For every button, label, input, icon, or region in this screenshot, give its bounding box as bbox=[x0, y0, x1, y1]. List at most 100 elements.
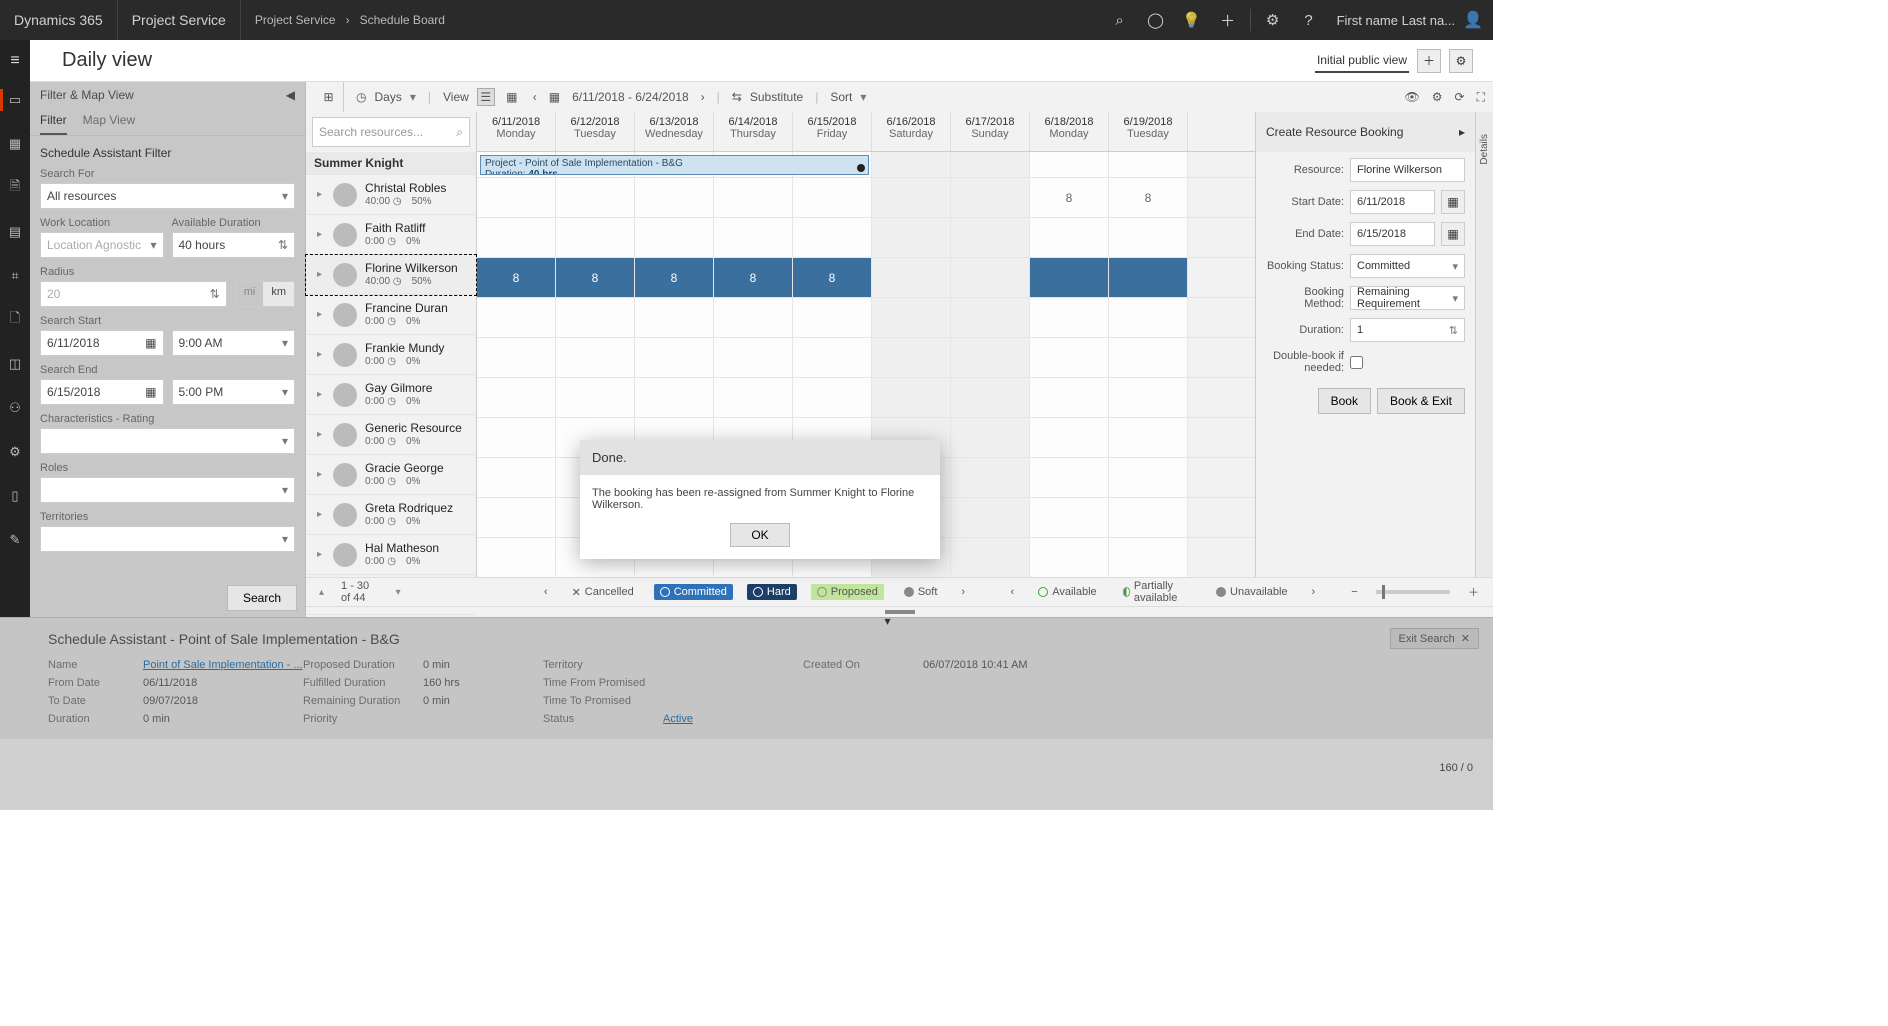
grid-cell[interactable] bbox=[1030, 538, 1109, 577]
grid-cell[interactable] bbox=[1109, 378, 1188, 417]
grid-cell[interactable] bbox=[635, 298, 714, 337]
territories-select[interactable]: ▾ bbox=[40, 526, 295, 552]
grid-cell[interactable] bbox=[1030, 498, 1109, 537]
avail-next-icon[interactable]: › bbox=[1308, 586, 1320, 598]
booking-method-select[interactable]: Remaining Requirement▾ bbox=[1350, 286, 1465, 310]
expand-icon[interactable]: ▸ bbox=[314, 549, 325, 560]
grid-cell[interactable] bbox=[1109, 258, 1188, 297]
grid-cell[interactable] bbox=[714, 218, 793, 257]
grid-cell[interactable] bbox=[1109, 218, 1188, 257]
resource-row[interactable]: ▸ Francine Duran0:00 ◷0% bbox=[306, 295, 476, 335]
search-end-time[interactable]: 5:00 PM▾ bbox=[172, 379, 296, 405]
refresh-icon[interactable]: ⟳ bbox=[1455, 90, 1465, 105]
grid-cell[interactable] bbox=[1109, 298, 1188, 337]
eye-icon[interactable]: 👁 bbox=[1405, 90, 1420, 105]
grid-cell[interactable] bbox=[556, 218, 635, 257]
grid-cell[interactable] bbox=[793, 218, 872, 257]
grid-cell[interactable] bbox=[872, 218, 951, 257]
resource-row[interactable]: ▸ Greta Rodriquez0:00 ◷0% bbox=[306, 495, 476, 535]
grid-cell[interactable]: 8 bbox=[1109, 178, 1188, 217]
calendar-icon[interactable]: ▦ bbox=[1441, 190, 1465, 214]
grid-cell[interactable] bbox=[477, 538, 556, 577]
grid-cell[interactable]: 8 bbox=[635, 258, 714, 297]
rail-db-icon[interactable]: ⌗ bbox=[0, 264, 30, 288]
expand-icon[interactable]: ▸ bbox=[314, 389, 325, 400]
resource-row[interactable]: ▸ Hal Matheson0:00 ◷0% bbox=[306, 535, 476, 575]
list-view-icon[interactable]: ☰ bbox=[477, 88, 495, 106]
view-name[interactable]: Initial public view bbox=[1315, 49, 1409, 73]
resource-search-input[interactable]: Search resources... ⌕ bbox=[312, 117, 470, 147]
expand-corner-icon[interactable]: ⊞ bbox=[314, 82, 344, 112]
grid-cell[interactable] bbox=[793, 378, 872, 417]
add-view-button[interactable]: ＋ bbox=[1417, 49, 1441, 73]
expand-icon[interactable]: ▸ bbox=[314, 309, 325, 320]
expand-icon[interactable]: ▸ bbox=[314, 189, 325, 200]
status-prev-icon[interactable]: ‹ bbox=[540, 586, 552, 598]
grid-cell[interactable] bbox=[714, 298, 793, 337]
grid-cell[interactable] bbox=[951, 458, 1030, 497]
gear-icon[interactable]: ⚙ bbox=[1432, 90, 1443, 105]
status-cancelled[interactable]: ✕Cancelled bbox=[566, 584, 640, 601]
resource-row[interactable]: ▸ Florine Wilkerson40:00 ◷50% bbox=[306, 255, 476, 295]
grid-cell[interactable] bbox=[1109, 458, 1188, 497]
rail-gear-icon[interactable]: ⚙ bbox=[0, 440, 30, 464]
resource-row[interactable]: ▸ Gay Gilmore0:00 ◷0% bbox=[306, 375, 476, 415]
grid-cell[interactable] bbox=[1030, 218, 1109, 257]
dialog-ok-button[interactable]: OK bbox=[730, 523, 790, 547]
status-soft[interactable]: Soft bbox=[898, 584, 944, 600]
grid-cell[interactable] bbox=[477, 498, 556, 537]
grid-row[interactable] bbox=[477, 338, 1255, 378]
grid-cell[interactable] bbox=[872, 378, 951, 417]
grid-cell[interactable] bbox=[477, 178, 556, 217]
status-unavailable[interactable]: Unavailable bbox=[1210, 584, 1293, 600]
resize-handle[interactable]: ▾ bbox=[306, 607, 1493, 617]
radius-units[interactable]: mi km bbox=[235, 281, 295, 307]
resource-row[interactable]: ▸ Generic Resource0:00 ◷0% bbox=[306, 415, 476, 455]
expand-icon[interactable]: ▸ bbox=[314, 269, 325, 280]
expand-icon[interactable]: ▸ bbox=[314, 229, 325, 240]
grid-view-icon[interactable]: ▦ bbox=[503, 88, 521, 106]
zoom-out-icon[interactable]: − bbox=[1347, 586, 1361, 598]
radius-input[interactable]: 20⇅ bbox=[40, 281, 227, 307]
calendar-icon[interactable]: ▦ bbox=[1441, 222, 1465, 246]
next-range-icon[interactable]: › bbox=[701, 90, 705, 104]
grid-cell[interactable] bbox=[635, 338, 714, 377]
grid-cell[interactable] bbox=[635, 178, 714, 217]
search-start-time[interactable]: 9:00 AM▾ bbox=[172, 330, 296, 356]
characteristics-select[interactable]: ▾ bbox=[40, 428, 295, 454]
grid-cell[interactable] bbox=[951, 298, 1030, 337]
resource-input[interactable]: Florine Wilkerson bbox=[1350, 158, 1465, 182]
expand-up-icon[interactable]: ▴ bbox=[316, 587, 327, 598]
details-tab[interactable]: Details bbox=[1475, 112, 1493, 577]
grid-cell[interactable] bbox=[1030, 338, 1109, 377]
sort-button[interactable]: Sort▾ bbox=[830, 90, 866, 104]
zoom-in-icon[interactable]: ＋ bbox=[1464, 584, 1483, 600]
grid-cell[interactable] bbox=[477, 298, 556, 337]
grid-cell[interactable] bbox=[951, 418, 1030, 457]
expand-down-icon[interactable]: ▾ bbox=[393, 587, 404, 598]
avail-prev-icon[interactable]: ‹ bbox=[1007, 586, 1019, 598]
grid-cell[interactable]: 8 bbox=[793, 258, 872, 297]
rail-device-icon[interactable]: ▯ bbox=[0, 484, 30, 508]
pinned-resource[interactable]: Summer Knight bbox=[306, 152, 476, 175]
resource-row[interactable]: ▸ Frankie Mundy0:00 ◷0% bbox=[306, 335, 476, 375]
grid-cell[interactable] bbox=[477, 418, 556, 457]
substitute-button[interactable]: ⇆Substitute bbox=[732, 90, 803, 104]
rail-doc-icon[interactable]: 🗎 bbox=[0, 176, 30, 200]
book-button[interactable]: Book bbox=[1318, 388, 1371, 414]
double-book-checkbox[interactable] bbox=[1350, 356, 1363, 369]
grid-cell[interactable] bbox=[793, 178, 872, 217]
grid-cell[interactable] bbox=[714, 178, 793, 217]
grid-cell[interactable] bbox=[872, 178, 951, 217]
grid-row[interactable]: 88 bbox=[477, 178, 1255, 218]
work-location-select[interactable]: Location Agnostic▾ bbox=[40, 232, 164, 258]
settings-button[interactable]: ⚙ bbox=[1449, 49, 1473, 73]
expand-icon[interactable]: ▸ bbox=[314, 349, 325, 360]
grid-cell[interactable] bbox=[951, 338, 1030, 377]
booking-status-select[interactable]: Committed▾ bbox=[1350, 254, 1465, 278]
grid-cell[interactable] bbox=[951, 538, 1030, 577]
grid-cell[interactable] bbox=[1030, 378, 1109, 417]
grid-cell[interactable] bbox=[477, 338, 556, 377]
grid-cell[interactable] bbox=[1109, 338, 1188, 377]
resource-row[interactable]: ▸ Faith Ratliff0:00 ◷0% bbox=[306, 215, 476, 255]
